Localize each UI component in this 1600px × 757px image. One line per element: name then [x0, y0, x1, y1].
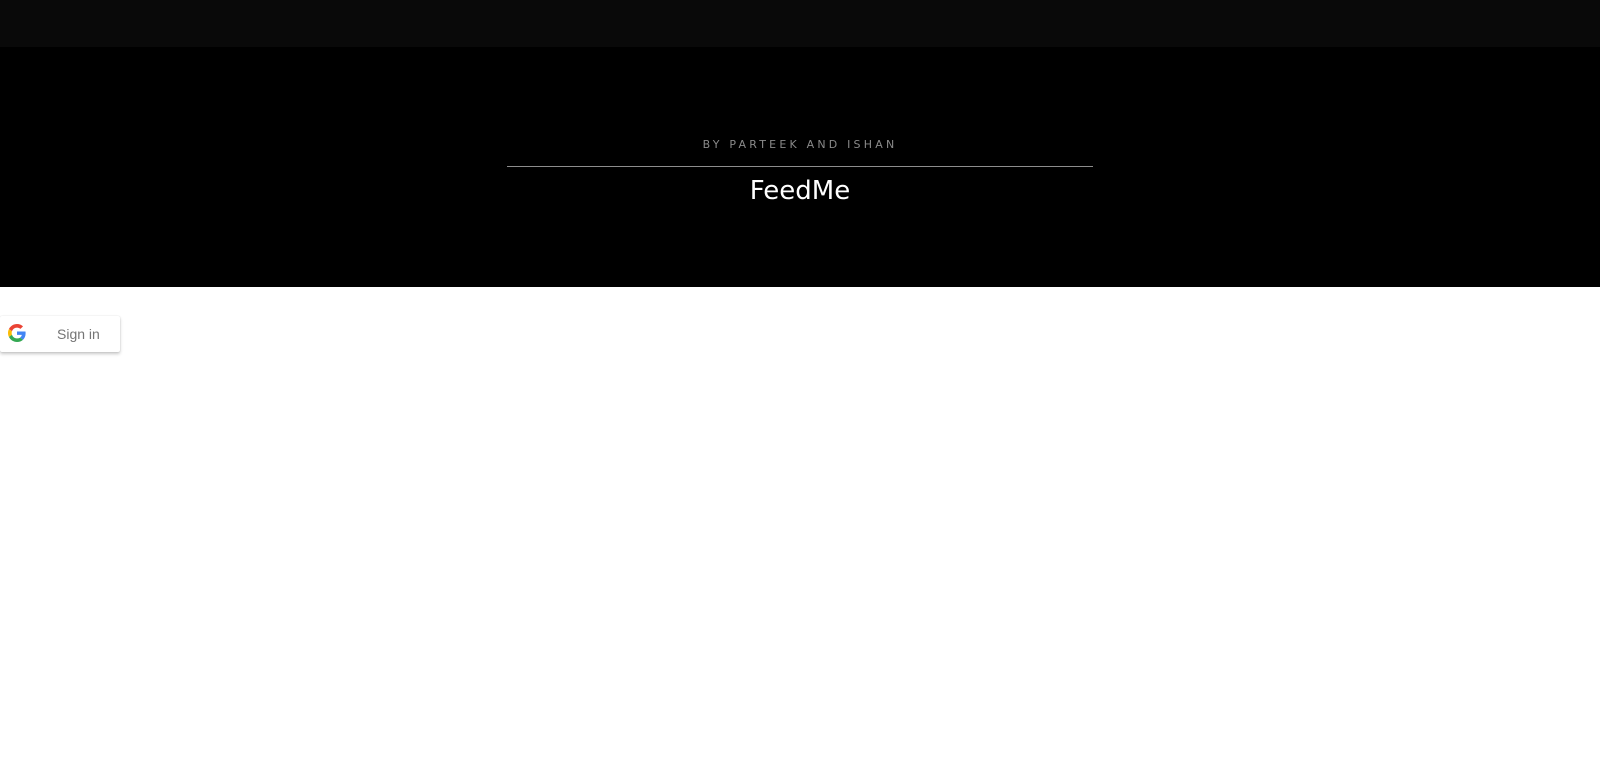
google-g-icon [8, 324, 26, 342]
sign-in-label: Sign in [57, 326, 100, 342]
top-bar [0, 0, 1600, 47]
author-byline: BY PARTEEK AND ISHAN [702, 138, 898, 151]
google-sign-in-button[interactable]: Sign in [0, 316, 120, 352]
hero-header: BY PARTEEK AND ISHAN FeedMe [0, 47, 1600, 287]
header-divider [507, 166, 1093, 167]
site-title: FeedMe [749, 176, 851, 206]
